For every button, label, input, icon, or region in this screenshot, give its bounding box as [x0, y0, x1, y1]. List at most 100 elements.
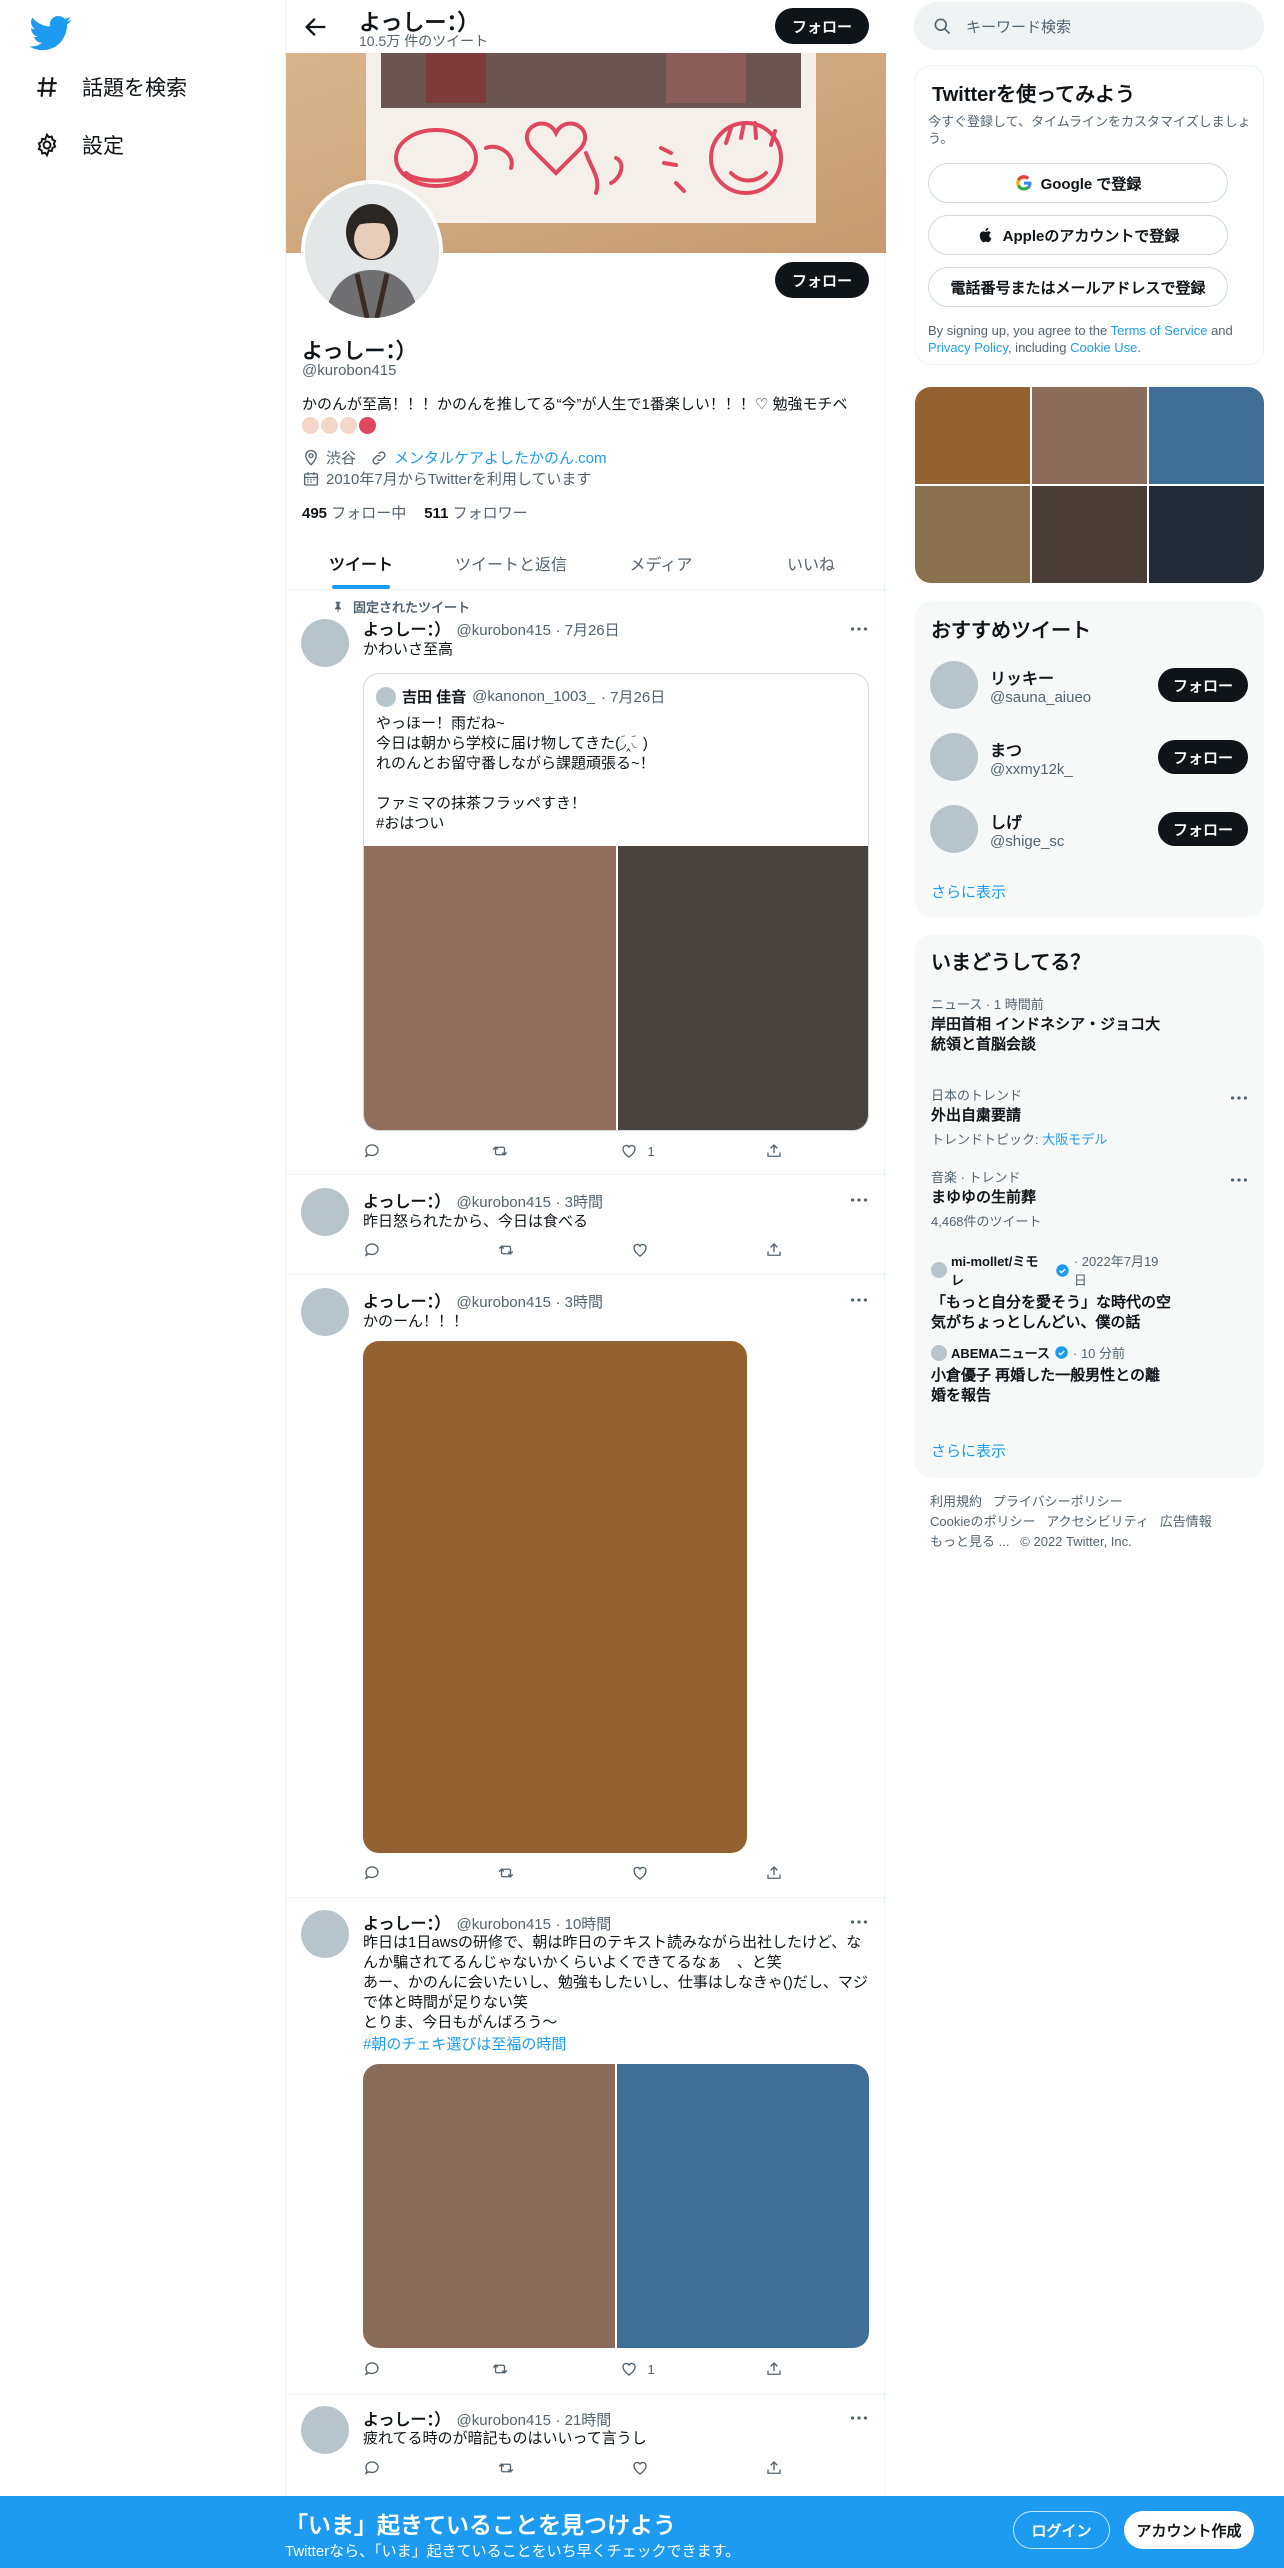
footer-accessibility-link[interactable]: アクセシビリティ [1046, 1514, 1149, 1529]
login-button[interactable]: ログイン [1013, 2511, 1110, 2549]
footer-ads-link[interactable]: 広告情報 [1160, 1514, 1212, 1529]
follow-button[interactable]: フォロー [1158, 740, 1248, 774]
profile-follow-button[interactable]: フォロー [775, 262, 869, 298]
news-item[interactable]: ABEMAニュース · 10 分前 小倉優子 再婚した一般男性との離婚を報告 [931, 1343, 1171, 1406]
suggested-user[interactable]: リッキー @sauna_aiueo フォロー [930, 661, 1248, 709]
footer-cookie-link[interactable]: Cookieのポリシー [930, 1514, 1035, 1529]
tweet-image-left[interactable] [363, 2064, 615, 2348]
retweet-button[interactable] [497, 1241, 515, 1259]
retweet-button[interactable] [491, 2360, 509, 2378]
more-icon[interactable] [848, 2407, 870, 2429]
share-button[interactable] [765, 2459, 783, 2477]
avatar[interactable] [301, 1288, 349, 1336]
tweet[interactable]: よっしー：） @kurobon415 · 3時間 かのーん！！！ [286, 1275, 886, 1898]
media-thumb[interactable] [915, 486, 1030, 583]
tweet[interactable]: よっしー：） @kurobon415 · 10時間 昨日は1日awsの研修で、朝は… [286, 1898, 886, 2395]
avatar[interactable] [930, 733, 978, 781]
media-thumb[interactable] [1149, 387, 1264, 484]
tweet-author[interactable]: よっしー：） @kurobon415 · 21時間 [363, 2406, 611, 2430]
apple-signup-button[interactable]: Appleのアカウントで登録 [928, 215, 1228, 255]
news-item[interactable]: mi-mollet/ミモレ · 2022年7月19日 「もっと自分を愛そう」な時… [931, 1251, 1171, 1333]
following-stat[interactable]: 495 フォロー中 [302, 502, 406, 523]
tweet-author[interactable]: よっしー：） @kurobon415 · 3時間 [363, 1188, 603, 1212]
share-button[interactable] [765, 1864, 783, 1882]
cookie-link[interactable]: Cookie Use [1070, 340, 1137, 355]
signup-button[interactable]: アカウント作成 [1124, 2511, 1254, 2549]
more-icon[interactable] [1228, 1087, 1250, 1109]
more-icon[interactable] [848, 1911, 870, 1933]
like-button[interactable] [631, 2459, 649, 2477]
footer-more-link[interactable]: もっと見る ... [930, 1534, 1009, 1549]
footer-terms-link[interactable]: 利用規約 [930, 1494, 982, 1509]
quote-image-right[interactable] [618, 846, 868, 1130]
retweet-button[interactable] [497, 2459, 515, 2477]
tweet-author[interactable]: よっしー：） @kurobon415 · 10時間 [363, 1910, 611, 1934]
tweet-image[interactable] [363, 1341, 747, 1853]
footer-privacy-link[interactable]: プライバシーポリシー [993, 1494, 1123, 1509]
nav-explore[interactable]: 話題を検索 [34, 72, 187, 102]
trend-item[interactable]: 音楽 · トレンド まゆゆの生前葬 4,468件のツイート [931, 1167, 1231, 1230]
follow-button[interactable]: フォロー [1158, 812, 1248, 846]
avatar[interactable] [301, 1910, 349, 1958]
google-signup-button[interactable]: Google で登録 [928, 163, 1228, 203]
tab-likes[interactable]: いいね [736, 537, 886, 589]
twitter-logo-icon[interactable] [30, 12, 72, 54]
tab-tweets-replies[interactable]: ツイートと返信 [436, 537, 586, 589]
tweet-image-right[interactable] [617, 2064, 869, 2348]
followers-stat[interactable]: 511 フォロワー [424, 502, 527, 523]
tab-tweets[interactable]: ツイート [286, 537, 436, 589]
share-button[interactable] [765, 1142, 783, 1160]
retweet-button[interactable] [497, 1864, 515, 1882]
suggested-user[interactable]: しげ @shige_sc フォロー [930, 805, 1248, 853]
quote-image-left[interactable] [364, 846, 616, 1130]
tab-media[interactable]: メディア [586, 537, 736, 589]
privacy-link[interactable]: Privacy Policy [928, 340, 1008, 355]
reply-button[interactable] [363, 1864, 381, 1882]
follow-button[interactable]: フォロー [1158, 668, 1248, 702]
trends-show-more[interactable]: さらに表示 [931, 1440, 1006, 1461]
like-button[interactable] [631, 1241, 649, 1259]
profile-website[interactable]: メンタルケアよしたかのん.com [370, 447, 607, 468]
reply-button[interactable] [363, 2459, 381, 2477]
terms-link[interactable]: Terms of Service [1111, 323, 1208, 338]
suggested-user[interactable]: まつ @xxmy12k_ フォロー [930, 733, 1248, 781]
trend-item[interactable]: ニュース · 1 時間前 岸田首相 インドネシア・ジョコ大統領と首脳会談 [931, 994, 1171, 1055]
more-icon[interactable] [848, 1189, 870, 1211]
tweet-pinned[interactable]: 固定されたツイート よっしー：） @kurobon415 · 7月26日 かわいさ… [286, 591, 886, 1175]
avatar[interactable] [301, 1188, 349, 1236]
back-arrow-icon[interactable] [302, 13, 330, 41]
tweet[interactable]: よっしー：） @kurobon415 · 3時間 昨日怒られたから、今日は食べる [286, 1175, 886, 1275]
phone-email-signup-button[interactable]: 電話番号またはメールアドレスで登録 [928, 267, 1228, 307]
recommended-show-more[interactable]: さらに表示 [931, 881, 1006, 902]
media-thumb[interactable] [915, 387, 1030, 484]
media-thumb[interactable] [1149, 486, 1264, 583]
nav-settings[interactable]: 設定 [34, 130, 124, 160]
like-button[interactable]: 1 [620, 1142, 655, 1160]
avatar[interactable] [301, 2406, 349, 2454]
avatar[interactable] [930, 805, 978, 853]
media-thumb[interactable] [1032, 486, 1147, 583]
retweet-button[interactable] [491, 1142, 509, 1160]
profile-avatar[interactable] [301, 180, 443, 322]
share-button[interactable] [765, 1241, 783, 1259]
hashtag-link[interactable]: #朝のチェキ選びは至福の時間 [363, 2033, 566, 2054]
tweet-author[interactable]: よっしー：） @kurobon415 · 3時間 [363, 1288, 603, 1312]
more-icon[interactable] [848, 1289, 870, 1311]
header-follow-button[interactable]: フォロー [775, 8, 869, 44]
share-button[interactable] [765, 2360, 783, 2378]
reply-button[interactable] [363, 1142, 381, 1160]
more-icon[interactable] [848, 618, 870, 640]
like-button[interactable] [631, 1864, 649, 1882]
avatar[interactable] [301, 619, 349, 667]
reply-button[interactable] [363, 1241, 381, 1259]
quote-tweet[interactable]: 吉田 佳音 @kanonon_1003_ · 7月26日 やっほー！雨だね~ 今… [363, 673, 869, 1131]
media-thumb[interactable] [1032, 387, 1147, 484]
avatar[interactable] [930, 661, 978, 709]
like-button[interactable]: 1 [620, 2360, 655, 2378]
reply-button[interactable] [363, 2360, 381, 2378]
tweet-author[interactable]: よっしー：） @kurobon415 · 7月26日 [363, 616, 620, 640]
more-icon[interactable] [1228, 1169, 1250, 1191]
tweet[interactable]: よっしー：） @kurobon415 · 21時間 疲れてる時のが暗記ものはいいっ… [286, 2395, 886, 2496]
trend-item[interactable]: 日本のトレンド 外出自粛要請 トレンドトピック: 大阪モデル [931, 1085, 1231, 1148]
search-input[interactable]: キーワード検索 [914, 2, 1264, 50]
